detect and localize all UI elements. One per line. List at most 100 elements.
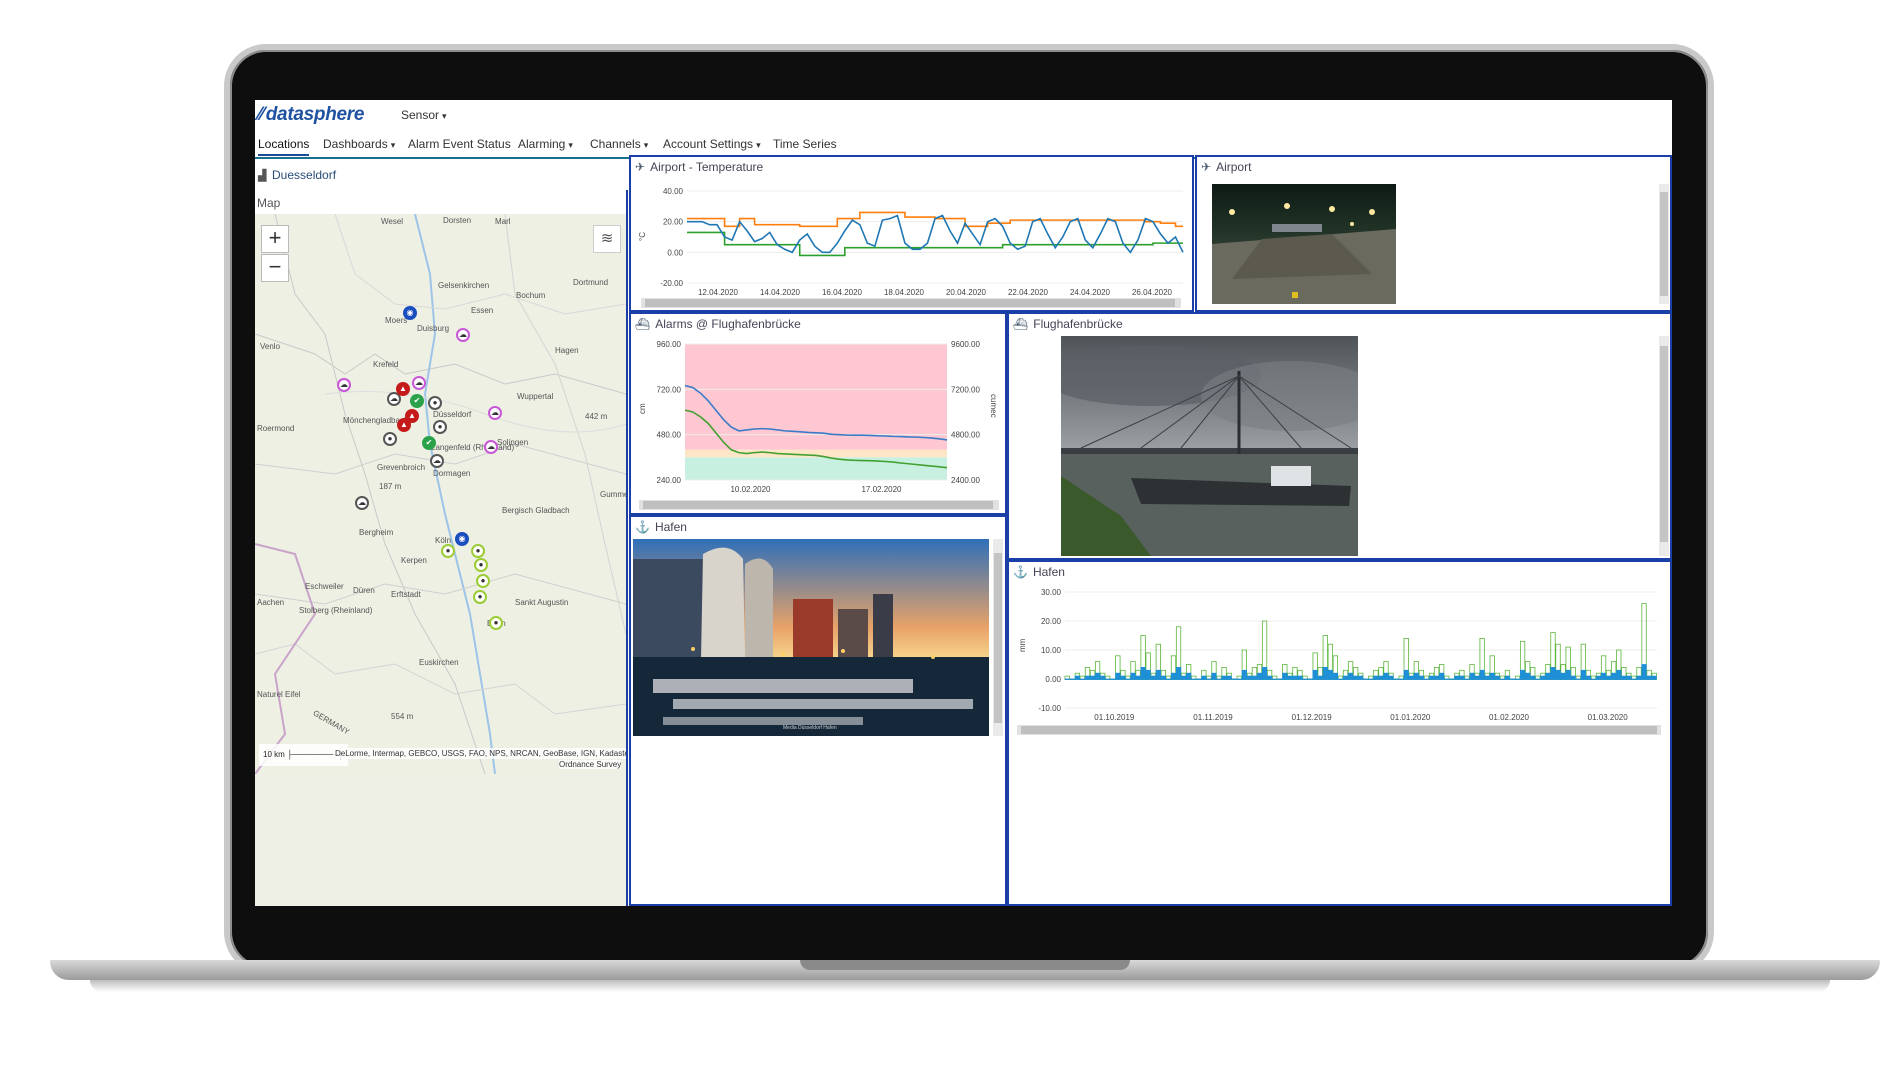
nav-alarm-event-status[interactable]: Alarm Event Status: [408, 137, 511, 151]
location-pin-icon[interactable]: ●: [383, 432, 397, 446]
map-label: Eschweiler: [305, 582, 344, 591]
ok-marker-icon[interactable]: ✔: [410, 394, 424, 408]
map-panel: Map + − ≋ Wesel Dorsten Marl Gelsenkirch…: [255, 190, 628, 906]
location-pin-icon[interactable]: ●: [471, 544, 485, 558]
bar-blue: [1646, 675, 1652, 680]
sensor-marker-icon[interactable]: ☁: [456, 328, 470, 342]
scroll-thumb[interactable]: [643, 501, 993, 509]
airport-scrollbar[interactable]: [1659, 184, 1669, 304]
bar-blue: [1277, 678, 1283, 680]
bar-blue: [1135, 675, 1141, 680]
y-tick-label: 240.00: [657, 476, 682, 485]
x-tick-label: 01.10.2019: [1094, 713, 1135, 722]
sensor-marker-icon[interactable]: ◉: [403, 306, 417, 320]
scroll-thumb[interactable]: [645, 299, 1175, 307]
bar-blue: [1069, 678, 1075, 680]
nav-account-settings[interactable]: Account Settings ▾: [663, 137, 761, 151]
bar-blue: [1307, 678, 1313, 680]
map-label: Grevenbroich: [377, 463, 426, 472]
scroll-thumb[interactable]: [1660, 346, 1668, 542]
sensor-marker-icon[interactable]: ☁: [430, 454, 444, 468]
location-pin-icon[interactable]: ●: [474, 558, 488, 572]
hafen-scrollbar[interactable]: [1017, 725, 1661, 735]
sensor-marker-icon[interactable]: ☁: [355, 496, 369, 510]
layers-icon[interactable]: ≋: [593, 225, 621, 253]
nav-locations[interactable]: Locations: [258, 137, 310, 156]
flughafen-scrollbar[interactable]: [1659, 336, 1669, 556]
location-pin-icon[interactable]: ●: [476, 574, 490, 588]
map-label: Bergheim: [359, 528, 394, 537]
hafen-image-scrollbar[interactable]: [993, 539, 1003, 736]
breadcrumb-location[interactable]: Duesseldorf: [272, 168, 336, 182]
laptop-shadow: [90, 980, 1830, 992]
sensor-marker-icon[interactable]: ☁: [337, 378, 351, 392]
location-pin-icon[interactable]: ●: [428, 396, 442, 410]
nav-channels[interactable]: Channels ▾: [590, 137, 648, 151]
harbor-image[interactable]: Media Düsseldorf Hafen: [633, 539, 989, 736]
map-label: Düsseldorf: [433, 410, 472, 419]
sensor-marker-icon[interactable]: ☁: [488, 406, 502, 420]
anchor-icon: ⚓: [1013, 565, 1028, 579]
bar-blue: [1454, 675, 1460, 680]
alarm-band: [685, 344, 947, 450]
zoom-out-button[interactable]: −: [261, 254, 289, 282]
airport-title: ✈ Airport: [1201, 160, 1252, 174]
map-label: Roermond: [257, 424, 295, 433]
location-pin-icon[interactable]: ●: [441, 544, 455, 558]
bar-blue: [1378, 675, 1384, 680]
bar-blue: [1535, 678, 1541, 680]
scroll-thumb[interactable]: [1021, 726, 1657, 734]
bar-blue: [1175, 667, 1182, 680]
location-pin-icon[interactable]: ●: [433, 420, 447, 434]
bar-blue: [1145, 669, 1151, 680]
nav-alarming[interactable]: Alarming ▾: [518, 137, 573, 151]
alarms-scrollbar[interactable]: [639, 500, 999, 510]
bar-blue: [1191, 678, 1197, 680]
y-tick-label: -20.00: [660, 279, 683, 288]
alarm-marker-icon[interactable]: ▲: [396, 382, 410, 396]
bridge-image[interactable]: [1061, 336, 1358, 556]
temperature-chart[interactable]: 40.00 20.00 0.00 -20.00 °C 12.04.2020 14.04.20…: [631, 177, 1192, 307]
bar-blue: [1312, 669, 1318, 680]
map-terrain: [255, 214, 626, 774]
bar-blue: [1580, 669, 1586, 680]
ok-marker-icon[interactable]: ✔: [422, 436, 436, 450]
nav-time-series[interactable]: Time Series: [773, 137, 837, 151]
hafen-chart[interactable]: 30.00 20.00 10.00 0.00 -10.00 mm 01.10.2019 01.…: [1009, 582, 1670, 732]
scroll-thumb[interactable]: [1660, 192, 1668, 296]
bar-blue: [1196, 678, 1202, 680]
y-tick-label: 0.00: [667, 248, 683, 257]
airplane-icon: ✈: [1201, 160, 1212, 174]
sensor-menu[interactable]: Sensor ▾: [401, 108, 447, 122]
bar-blue: [1439, 672, 1445, 680]
chevron-down-icon: ▾: [643, 140, 649, 150]
location-pin-icon[interactable]: ●: [489, 616, 503, 630]
map-canvas[interactable]: + − ≋ Wesel Dorsten Marl Gelsenkirchen D…: [255, 214, 626, 906]
location-pin-icon[interactable]: ●: [473, 590, 487, 604]
x-tick-label: 10.02.2020: [730, 485, 771, 494]
sensor-marker-icon[interactable]: ◉: [455, 532, 469, 546]
bar-blue: [1221, 675, 1227, 680]
temperature-scrollbar[interactable]: [641, 298, 1181, 308]
x-tick-label: 17.02.2020: [861, 485, 902, 494]
brand-logo[interactable]: ⁄⁄ datasphere: [258, 104, 364, 126]
bar-blue: [1231, 678, 1237, 680]
map-label: Langenfeld (Rheinland): [431, 443, 515, 452]
y-tick-label: 0.00: [1045, 675, 1061, 684]
x-tick-label: 01.01.2020: [1390, 713, 1431, 722]
bar-blue: [1509, 678, 1516, 680]
bar-blue: [1621, 675, 1627, 680]
zoom-in-button[interactable]: +: [261, 225, 289, 253]
bar-blue: [1266, 675, 1273, 680]
nav-dashboards[interactable]: Dashboards ▾: [323, 137, 395, 151]
alarm-marker-icon[interactable]: ▲: [397, 418, 411, 432]
map-label: Wesel: [381, 217, 404, 226]
alarms-chart[interactable]: 960.00 720.00 480.00 240.00 9600.00 7200.00 48…: [631, 334, 1005, 504]
sensor-marker-icon[interactable]: ☁: [412, 376, 426, 390]
bar-blue: [1110, 678, 1116, 680]
scroll-thumb[interactable]: [994, 553, 1002, 723]
airport-camera-image[interactable]: [1212, 184, 1396, 304]
bar-blue: [1261, 667, 1268, 680]
sensor-marker-icon[interactable]: ☁: [484, 440, 498, 454]
airport-night-scene: [1212, 184, 1396, 304]
